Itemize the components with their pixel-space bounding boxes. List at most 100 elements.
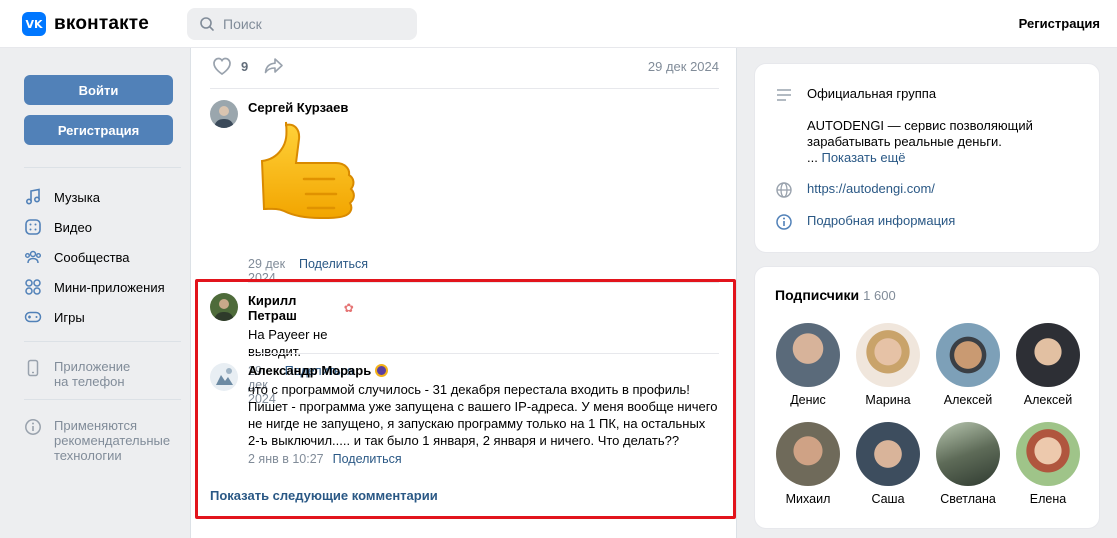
subscriber-item[interactable]: Михаил [768,422,848,506]
subscribers-title-text: Подписчики [775,287,860,303]
comment-author-name: Кирилл Петраш [248,293,297,323]
avatar[interactable] [210,100,238,128]
login-button[interactable]: Войти [24,75,173,105]
vk-logo[interactable]: VK вконтакте [22,12,149,36]
comment-meta: 2 янв в 10:27 Поделиться [248,452,728,466]
avatar[interactable] [210,363,238,391]
phone-icon [24,359,42,377]
subscriber-item[interactable]: Саша [848,422,928,506]
comment-author[interactable]: Сергей Курзаев [248,100,368,115]
pirate-badge-icon [375,364,389,377]
heart-icon [213,57,231,76]
group-info-card: Официальная группа AUTODENGI — сервис по… [754,63,1100,253]
sidebar-item-label: Сообщества [54,249,130,265]
search-input[interactable] [223,16,403,32]
share-link[interactable]: Поделиться [299,257,368,285]
sidebar-item-games[interactable]: Игры [24,307,85,327]
apps-icon [24,278,42,296]
subscriber-name: Елена [1029,492,1067,506]
sidebar-divider [24,167,181,168]
group-type-row: Официальная группа AUTODENGI — сервис по… [775,86,1033,166]
subscriber-name: Денис [790,393,826,407]
comment-author[interactable]: Александр Морарь [248,363,728,378]
sidebar-divider [24,399,181,400]
avatar [776,422,840,486]
avatar[interactable] [210,293,238,321]
subscribers-title[interactable]: Подписчики 1 600 [775,287,896,303]
flower-badge-icon: ✿ [343,301,354,315]
subscriber-name: Светлана [940,492,996,506]
ellipsis: ... [807,150,818,165]
divider [210,88,719,89]
show-more-link[interactable]: Показать ещё [821,150,905,165]
comment-author[interactable]: Кирилл Петраш ✿ [248,293,354,323]
comment-date[interactable]: 29 дек 2024 [248,257,290,285]
app-promo-line: на телефон [54,374,125,389]
sidebar-item-music[interactable]: Музыка [24,187,100,207]
post-date: 29 дек 2024 [647,59,719,74]
subscriber-item[interactable]: Алексей [1008,323,1088,407]
sidebar-divider [24,341,181,342]
share-icon[interactable] [263,56,285,79]
search-box[interactable] [187,8,417,40]
comment-text-line: что с программой случилось - 31 декабря … [248,382,690,397]
website-link[interactable]: https://autodengi.com/ [807,181,935,199]
globe-icon [775,181,793,199]
sidebar-item-label: Мини-приложения [54,279,165,295]
subscriber-name: Михаил [785,492,831,506]
sidebar-item-label: Музыка [54,189,100,205]
comment-text-line: не нигде не запущено, я запускаю програм… [248,416,706,431]
subscribers-count: 1 600 [863,288,896,303]
gamepad-icon [24,308,42,326]
avatar [776,323,840,387]
comment-body: Сергей Курзаев 29 дек 2024 Поделиться [248,100,368,285]
subscriber-item[interactable]: Елена [1008,422,1088,506]
recommend-note-line: Применяются [54,418,138,433]
comment-text-line: Пишет - программа уже запущена с вашего … [248,399,718,414]
comment-text: что с программой случилось - 31 декабря … [248,381,728,449]
sidebar-item-label: Видео [54,219,92,235]
avatar [1016,323,1080,387]
app-promo-line: Приложение [54,359,131,374]
group-description: Официальная группа AUTODENGI — сервис по… [807,86,1033,166]
sidebar-item-label: Игры [54,309,85,325]
music-icon [24,188,42,206]
divider [248,282,719,283]
subscriber-item[interactable]: Светлана [928,422,1008,506]
like-button[interactable]: 9 [211,56,248,76]
share-link[interactable]: Поделиться [333,452,402,466]
info-icon [24,418,42,436]
group-type: Официальная группа [807,86,937,101]
text-lines-icon [775,86,793,104]
comment-body: Александр Морарь что с программой случил… [248,363,728,466]
comment-author-name: Александр Морарь [248,363,372,378]
comment-text: На Payeer не выводит. [248,327,328,359]
divider [248,353,719,354]
sidebar-item-mini-apps[interactable]: Мини-приложения [24,277,165,297]
comment-date[interactable]: 2 янв в 10:27 [248,452,324,466]
description-more: ... Показать ещё [807,150,1033,166]
register-button[interactable]: Регистрация [24,115,173,145]
like-count: 9 [241,58,249,74]
website-row[interactable]: https://autodengi.com/ [775,181,935,199]
details-link[interactable]: Подробная информация [807,213,955,231]
left-sidebar: Войти Регистрация Музыка Видео Сообществ… [0,48,190,538]
sidebar-item-communities[interactable]: Сообщества [24,247,130,267]
sidebar-app-promo[interactable]: Приложение на телефон [24,359,130,389]
app-promo-text: Приложение на телефон [54,359,130,389]
info-icon [775,213,793,231]
subscriber-item[interactable]: Денис [768,323,848,407]
comment-text-line: 2-ъ выключил..... и так было 1 января, 2… [248,433,680,448]
header-register-link[interactable]: Регистрация [1019,16,1100,31]
subscriber-item[interactable]: Марина [848,323,928,407]
details-row[interactable]: Подробная информация [775,213,955,231]
top-header: VK вконтакте Регистрация [0,0,1117,48]
sidebar-item-video[interactable]: Видео [24,217,92,237]
sidebar-recommendation-note[interactable]: Применяются рекомендательные технологии [24,418,170,463]
subscriber-item[interactable]: Алексей [928,323,1008,407]
logo-text: вконтакте [54,13,150,34]
post-comments-panel: 9 29 дек 2024 Сергей Курзаев 29 дек 2024… [190,48,737,538]
thumbs-up-sticker [248,121,368,247]
recommend-note-text: Применяются рекомендательные технологии [54,418,170,463]
show-more-comments-link[interactable]: Показать следующие комментарии [210,488,438,503]
